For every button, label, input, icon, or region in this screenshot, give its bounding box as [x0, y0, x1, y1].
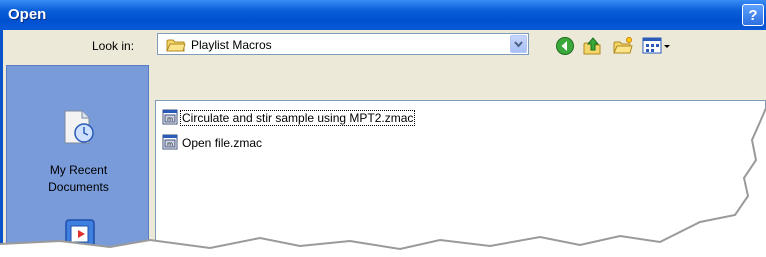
torn-edge-decoration: [0, 107, 766, 257]
open-dialog: Open ? Look in: Playlist Macros My Recen…: [0, 0, 766, 257]
